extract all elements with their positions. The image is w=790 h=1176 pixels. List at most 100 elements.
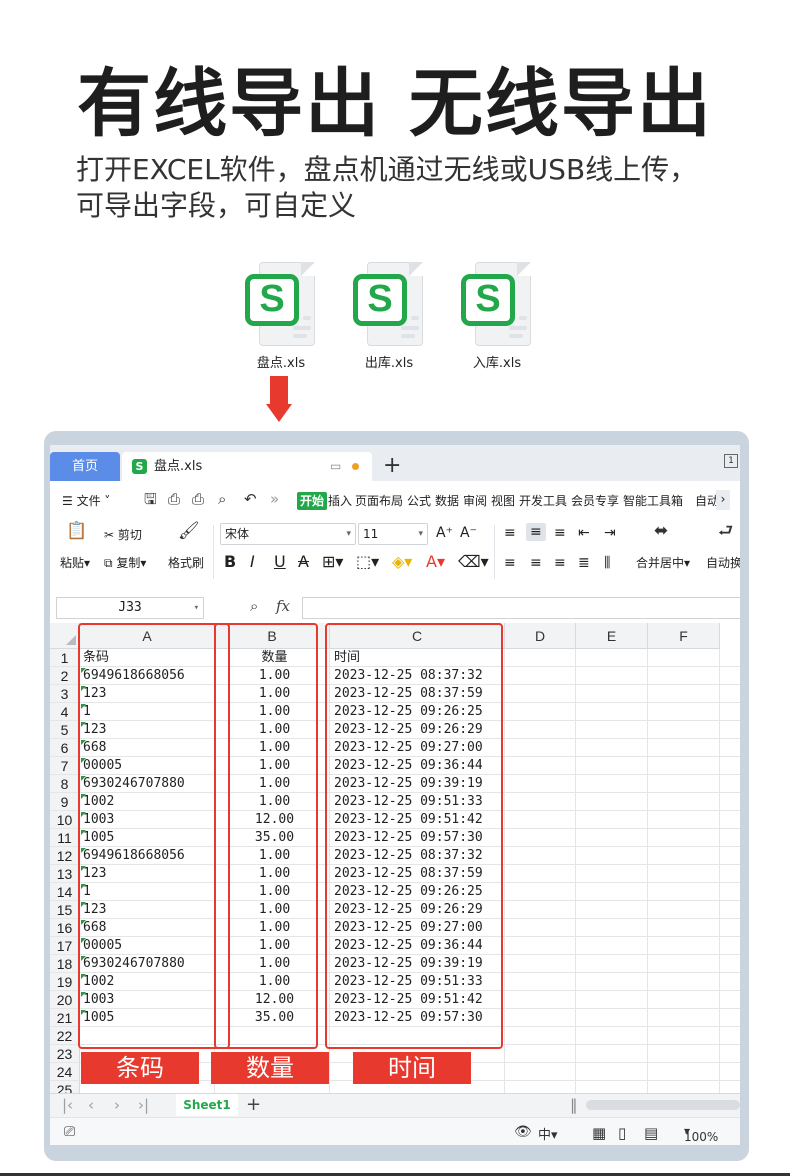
file-icon-outbound[interactable]: S 出库.xls (344, 260, 434, 371)
eye-protection-icon[interactable]: 👁 (514, 1124, 532, 1140)
formula-input[interactable] (302, 597, 740, 619)
italic-icon[interactable]: I (250, 554, 255, 570)
row-header[interactable]: 11 (50, 829, 80, 847)
align-left-icon[interactable]: ≡ (504, 555, 516, 571)
menu-page-layout[interactable]: 页面布局 (355, 492, 403, 510)
cut-button[interactable]: ✂ 剪切 (104, 527, 142, 543)
font-color-icon[interactable]: A▾ (426, 554, 445, 570)
row-header[interactable]: 10 (50, 811, 80, 829)
col-header-e[interactable]: E (576, 623, 648, 649)
row-header[interactable]: 13 (50, 865, 80, 883)
clear-format-icon[interactable]: ⌫▾ (458, 554, 489, 570)
print-icon[interactable]: ⎙ (192, 490, 204, 508)
decrease-font-icon[interactable]: A⁻ (460, 525, 477, 541)
format-painter-icon[interactable]: 🖌 (178, 523, 200, 540)
col-header-d[interactable]: D (505, 623, 576, 649)
row-header[interactable]: 3 (50, 685, 80, 703)
paste-icon[interactable]: 📋 (66, 523, 87, 540)
row-header[interactable]: 5 (50, 721, 80, 739)
row-header[interactable]: 8 (50, 775, 80, 793)
save-icon[interactable]: 🖫 (144, 490, 157, 508)
fill-pattern-icon[interactable]: ⬚▾ (356, 554, 379, 570)
row-header[interactable]: 23 (50, 1045, 80, 1063)
row-header[interactable]: 7 (50, 757, 80, 775)
menu-scroll-right-icon[interactable]: › (716, 490, 730, 510)
normal-view-icon[interactable]: ▦ (592, 1124, 606, 1142)
row-header[interactable]: 20 (50, 991, 80, 1009)
file-icon-inbound[interactable]: S 入库.xls (452, 260, 542, 371)
auto-wrap-button[interactable]: 自动换 (706, 555, 740, 571)
paste-button[interactable]: 粘贴▾ (60, 555, 90, 571)
zoom-level[interactable]: 100% ▾ (684, 1124, 718, 1144)
font-name-select[interactable]: 宋体 ▾ (220, 523, 356, 545)
menu-member[interactable]: 会员专享 (571, 492, 619, 510)
border-icon[interactable]: ⊞▾ (322, 554, 343, 570)
last-sheet-icon[interactable]: ›| (138, 1096, 149, 1114)
row-header[interactable]: 21 (50, 1009, 80, 1027)
menu-file[interactable]: ☰ 文件 ˅ (62, 492, 110, 510)
row-header[interactable]: 14 (50, 883, 80, 901)
page-break-view-icon[interactable]: ▤ (644, 1124, 658, 1142)
align-center-icon[interactable]: ≡ (530, 555, 542, 571)
row-header[interactable]: 1 (50, 649, 80, 667)
menu-developer[interactable]: 开发工具 (519, 492, 567, 510)
page-layout-view-icon[interactable]: ▯ (618, 1124, 626, 1142)
input-method-icon[interactable]: 中▾ (538, 1124, 558, 1143)
print-preview-icon[interactable]: ⌕ (218, 490, 226, 508)
add-sheet-button[interactable]: + (246, 1094, 261, 1115)
first-sheet-icon[interactable]: |‹ (62, 1096, 73, 1114)
wrap-text-icon[interactable]: ⮐ (718, 523, 733, 540)
tab-file[interactable]: S 盘点.xls ▭ (122, 452, 372, 481)
row-header[interactable]: 18 (50, 955, 80, 973)
row-header[interactable]: 6 (50, 739, 80, 757)
copy-button[interactable]: ⧉ 复制▾ (104, 555, 146, 571)
decrease-indent-icon[interactable]: ⇤ (578, 525, 590, 541)
undo-icon[interactable]: ↶ (244, 490, 257, 508)
menu-formula[interactable]: 公式 (407, 492, 431, 510)
next-sheet-icon[interactable]: › (114, 1096, 120, 1114)
row-header[interactable]: 12 (50, 847, 80, 865)
menu-home[interactable]: 开始 (297, 492, 328, 510)
window-restore-icon[interactable]: 1 (724, 454, 738, 468)
distribute-icon[interactable]: ⫼ (604, 555, 610, 571)
merge-center-icon[interactable]: ⬌ (654, 523, 668, 540)
new-tab-button[interactable]: + (383, 453, 401, 479)
format-painter-button[interactable]: 格式刷 (168, 555, 204, 571)
export-icon[interactable]: ⎙ (168, 490, 180, 508)
bold-icon[interactable]: B (224, 554, 236, 570)
menu-review[interactable]: 审阅 (463, 492, 487, 510)
align-bottom-icon[interactable]: ≡ (554, 525, 566, 541)
select-all-corner[interactable] (50, 623, 80, 649)
underline-icon[interactable]: U (274, 554, 286, 570)
align-top-icon[interactable]: ≡ (504, 525, 516, 541)
font-size-select[interactable]: 11 ▾ (358, 523, 428, 545)
increase-indent-icon[interactable]: ⇥ (604, 525, 616, 541)
align-right-icon[interactable]: ≡ (554, 555, 566, 571)
name-box[interactable]: J33 ▾ (56, 597, 204, 619)
row-header[interactable]: 22 (50, 1027, 80, 1045)
file-icon-inventory[interactable]: S 盘点.xls (236, 260, 326, 371)
strikethrough-icon[interactable]: A (298, 554, 309, 570)
more-icon[interactable]: » (270, 490, 279, 508)
row-header[interactable]: 15 (50, 901, 80, 919)
row-header[interactable]: 17 (50, 937, 80, 955)
zoom-formula-icon[interactable]: ⌕ (250, 597, 258, 615)
monitor-icon[interactable]: ▭ (330, 452, 341, 481)
sheet-grid[interactable]: A B C D E F 1 2 3 4 5 6 7 8 9 10 11 12 13 14 15 16 17 18 19 20 21 2… (50, 623, 740, 1099)
merge-center-button[interactable]: 合并居中▾ (636, 555, 690, 571)
row-header[interactable]: 4 (50, 703, 80, 721)
horizontal-scrollbar[interactable] (586, 1100, 740, 1110)
row-header[interactable]: 2 (50, 667, 80, 685)
align-middle-icon[interactable]: ≡ (526, 523, 546, 541)
macro-icon[interactable]: ⎚ (64, 1124, 75, 1140)
prev-sheet-icon[interactable]: ‹ (88, 1096, 94, 1114)
row-header[interactable]: 9 (50, 793, 80, 811)
menu-view[interactable]: 视图 (491, 492, 515, 510)
fill-color-icon[interactable]: ◈▾ (392, 554, 412, 570)
menu-smart-toolbox[interactable]: 智能工具箱 (623, 492, 683, 510)
row-header[interactable]: 24 (50, 1063, 80, 1081)
split-handle-icon[interactable]: ‖ (570, 1096, 578, 1114)
row-header[interactable]: 16 (50, 919, 80, 937)
tab-home[interactable]: 首页 (50, 452, 120, 481)
sheet-tab-sheet1[interactable]: Sheet1 (176, 1094, 238, 1116)
